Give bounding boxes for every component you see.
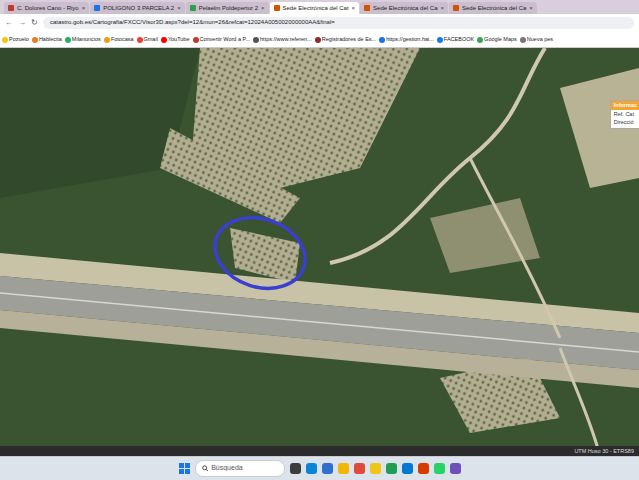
close-tab-button[interactable]: × — [177, 5, 181, 11]
tab-label: Pelaelm Poldepertur 2 — [199, 5, 258, 11]
app-icon[interactable] — [354, 463, 365, 474]
bookmark-icon — [65, 37, 71, 43]
bookmark-label: Convertir Word a P... — [200, 37, 251, 43]
browser-tab[interactable]: C. Dolores Cano - Riyo× — [4, 2, 89, 14]
browser-toolbar: ← → ↻ catastro.gob.es/Cartografia/FXCC/Viso… — [0, 14, 639, 32]
favicon-icon — [364, 5, 370, 11]
bookmark-icon — [253, 37, 259, 43]
close-tab-button[interactable]: × — [440, 5, 444, 11]
bookmark[interactable]: https://gestion.hai... — [379, 37, 434, 43]
bookmark[interactable]: Milanuncios — [65, 37, 101, 43]
bookmark-icon — [137, 37, 143, 43]
bookmark-label: Pozuelo — [9, 37, 29, 43]
bookmark[interactable]: FACEBOOK — [437, 37, 474, 43]
app-icon[interactable] — [386, 463, 397, 474]
bookmark-label: FACEBOOK — [444, 37, 474, 43]
tab-label: Sede Electrónica del Ca — [373, 5, 437, 11]
bookmark-label: https://gestion.hai... — [386, 37, 434, 43]
bookmark[interactable]: Nueva pes — [520, 37, 553, 43]
app-icon[interactable] — [338, 463, 349, 474]
info-popup-line: Direcció — [611, 118, 639, 126]
satellite-image[interactable] — [0, 48, 639, 456]
bookmark[interactable]: YouTube — [161, 37, 190, 43]
browser-tab[interactable]: Sede Electrónica del Ca× — [360, 2, 448, 14]
info-popup[interactable]: InformacRef. CatDirecció — [610, 100, 639, 129]
search-icon — [202, 465, 209, 472]
app-icon[interactable] — [418, 463, 429, 474]
close-tab-button[interactable]: × — [261, 5, 265, 11]
browser-tab[interactable]: Sede Electrónica del Ca× — [449, 2, 537, 14]
windows-start-icon[interactable] — [179, 463, 190, 474]
bookmark-icon — [315, 37, 321, 43]
tab-label: C. Dolores Cano - Riyo — [17, 5, 79, 11]
bookmark[interactable]: Hablecita — [32, 37, 62, 43]
tab-label: Sede Electrónica del Cat — [283, 5, 349, 11]
bookmark-label: Registradores de Es... — [322, 37, 376, 43]
app-icon[interactable] — [402, 463, 413, 474]
bookmark-label: Nueva pes — [527, 37, 553, 43]
nav-button[interactable]: → — [18, 19, 26, 27]
bookmark-label: https://www.referen... — [260, 37, 312, 43]
favicon-icon — [8, 5, 14, 11]
bookmark-icon — [2, 37, 8, 43]
bookmark[interactable]: Pozuelo — [2, 37, 29, 43]
app-icon[interactable] — [434, 463, 445, 474]
favicon-icon — [94, 5, 100, 11]
bookmark[interactable]: Google Maps — [477, 37, 517, 43]
taskbar-search[interactable] — [195, 460, 285, 477]
taskbar — [0, 456, 639, 480]
coordinate-bar: UTM Huso 30 - ETRS89 — [0, 446, 639, 456]
bookmark-label: YouTube — [168, 37, 190, 43]
bookmark-icon — [32, 37, 38, 43]
bookmark-icon — [437, 37, 443, 43]
close-tab-button[interactable]: × — [352, 5, 356, 11]
browser-tab[interactable]: POLIGONO 3 PARCELA 2× — [90, 2, 184, 14]
coordinate-system: UTM Huso 30 - ETRS89 — [574, 447, 634, 455]
tab-label: POLIGONO 3 PARCELA 2 — [103, 5, 174, 11]
tab-label: Sede Electrónica del Ca — [462, 5, 526, 11]
map-view[interactable]: InformacRef. CatDirecció UTM Huso 30 - ET… — [0, 48, 639, 456]
bookmark-icon — [477, 37, 483, 43]
bookmark-label: Fotocasa — [111, 37, 134, 43]
bookmarks-bar: Pozuelo Hablecita Milanuncios Fotocasa Gmail… — [0, 32, 639, 48]
browser-tab[interactable]: Pelaelm Poldepertur 2× — [186, 2, 269, 14]
info-popup-line: Ref. Cat — [611, 110, 639, 118]
bookmark-icon — [161, 37, 167, 43]
bookmark-icon — [193, 37, 199, 43]
bookmark-label: Hablecita — [39, 37, 62, 43]
browser-tab[interactable]: Sede Electrónica del Cat× — [270, 2, 360, 14]
nav-button[interactable]: ← — [5, 19, 13, 27]
app-icon[interactable] — [322, 463, 333, 474]
address-bar[interactable]: catastro.gob.es/Cartografia/FXCC/Visor3D… — [43, 17, 634, 28]
bookmark-icon — [520, 37, 526, 43]
search-input[interactable] — [211, 463, 277, 474]
app-icon[interactable] — [306, 463, 317, 474]
app-icon[interactable] — [370, 463, 381, 474]
app-icon[interactable] — [290, 463, 301, 474]
app-icon[interactable] — [450, 463, 461, 474]
bookmark[interactable]: https://www.referen... — [253, 37, 312, 43]
bookmark-label: Google Maps — [484, 37, 517, 43]
tab-strip: C. Dolores Cano - Riyo×POLIGONO 3 PARCEL… — [0, 0, 639, 14]
close-tab-button[interactable]: × — [82, 5, 86, 11]
favicon-icon — [453, 5, 459, 11]
favicon-icon — [190, 5, 196, 11]
highlight-ellipse — [206, 206, 315, 299]
bookmark[interactable]: Convertir Word a P... — [193, 37, 251, 43]
bookmark-label: Milanuncios — [72, 37, 101, 43]
bookmark[interactable]: Registradores de Es... — [315, 37, 376, 43]
bookmark[interactable]: Fotocasa — [104, 37, 134, 43]
nav-button[interactable]: ↻ — [31, 19, 38, 27]
bookmark[interactable]: Gmail — [137, 37, 158, 43]
bookmark-icon — [379, 37, 385, 43]
info-popup-title: Informac — [611, 101, 639, 110]
bookmark-label: Gmail — [144, 37, 158, 43]
favicon-icon — [274, 5, 280, 11]
bookmark-icon — [104, 37, 110, 43]
close-tab-button[interactable]: × — [529, 5, 533, 11]
